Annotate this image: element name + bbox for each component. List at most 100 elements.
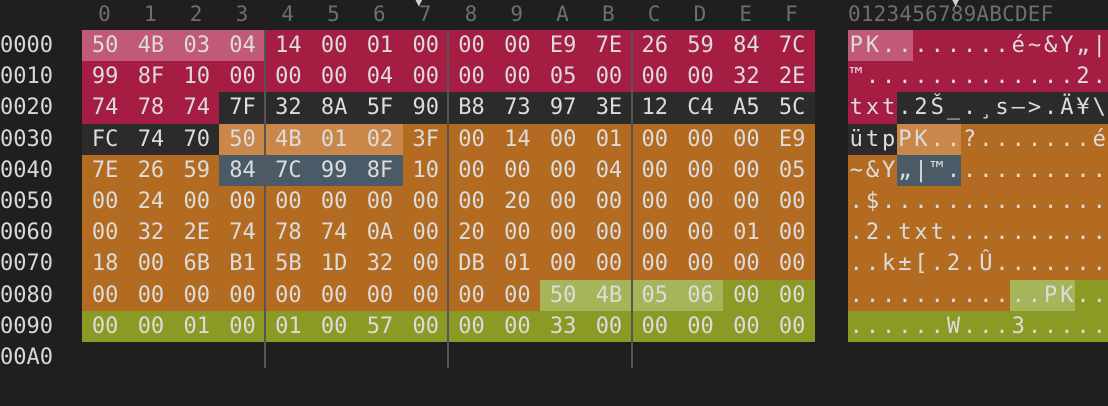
ascii-char[interactable]: > <box>1026 92 1043 124</box>
hex-byte[interactable]: 4B <box>265 123 312 155</box>
hex-byte[interactable]: 26 <box>127 154 175 186</box>
ascii-char[interactable]: . <box>961 61 978 93</box>
ascii-char[interactable]: . <box>1042 310 1059 342</box>
hex-byte[interactable]: 00 <box>540 248 587 280</box>
ascii-char[interactable]: . <box>1058 248 1076 280</box>
hex-byte[interactable]: 00 <box>356 279 404 311</box>
ascii-char[interactable]: . <box>977 310 995 342</box>
hex-byte[interactable]: 7E <box>585 30 633 62</box>
hex-byte[interactable]: 50 <box>219 123 266 155</box>
hex-byte[interactable]: 12 <box>631 92 678 124</box>
ascii-char[interactable]: . <box>1042 217 1059 249</box>
hex-byte[interactable]: 00 <box>82 186 129 218</box>
ascii-char[interactable]: ¸ <box>977 92 995 124</box>
ascii-char[interactable]: . <box>912 310 930 342</box>
ascii-char[interactable]: . <box>1042 248 1059 280</box>
hex-byte[interactable]: 74 <box>173 92 220 124</box>
ascii-char[interactable]: . <box>1010 248 1027 280</box>
hex-byte[interactable]: 99 <box>311 154 358 186</box>
hex-byte[interactable]: 00 <box>356 186 404 218</box>
hex-byte[interactable]: 59 <box>677 30 724 62</box>
hex-byte[interactable]: 00 <box>585 186 633 218</box>
ascii-char[interactable]: . <box>880 217 897 249</box>
hex-byte[interactable]: 00 <box>677 186 724 218</box>
ascii-char[interactable]: . <box>1074 123 1092 155</box>
hex-byte[interactable]: 00 <box>127 248 175 280</box>
ascii-char[interactable]: . <box>993 30 1011 62</box>
ascii-char[interactable]: . <box>896 279 914 311</box>
hex-byte[interactable]: 2E <box>769 61 816 93</box>
hex-byte[interactable]: 97 <box>540 92 587 124</box>
ascii-char[interactable]: . <box>912 61 930 93</box>
ascii-char[interactable]: & <box>1042 30 1059 62</box>
ascii-char[interactable]: & <box>864 154 881 186</box>
ascii-char[interactable]: W <box>945 310 962 342</box>
ascii-char[interactable]: . <box>977 30 995 62</box>
hex-byte[interactable]: 00 <box>585 310 633 342</box>
ascii-char[interactable]: . <box>1042 154 1059 186</box>
ascii-char[interactable]: . <box>1010 123 1027 155</box>
ascii-char[interactable]: . <box>1042 61 1059 93</box>
ascii-char[interactable]: . <box>993 61 1011 93</box>
hex-byte[interactable]: 84 <box>723 30 770 62</box>
hex-byte[interactable]: 01 <box>173 310 220 342</box>
hex-byte[interactable]: 00 <box>677 310 724 342</box>
hex-byte[interactable]: 00 <box>173 279 220 311</box>
ascii-char[interactable]: . <box>993 279 1011 311</box>
ascii-char[interactable]: . <box>880 310 897 342</box>
hex-byte[interactable]: 00 <box>402 30 449 62</box>
ascii-char[interactable]: . <box>1058 154 1076 186</box>
ascii-char[interactable]: . <box>977 123 995 155</box>
hex-byte[interactable]: 00 <box>402 248 449 280</box>
hex-byte[interactable]: 01 <box>723 217 770 249</box>
ascii-char[interactable]: . <box>961 154 978 186</box>
ascii-char[interactable]: „ <box>896 154 914 186</box>
hex-byte[interactable]: 06 <box>677 279 724 311</box>
hex-byte[interactable]: 32 <box>356 248 404 280</box>
hex-byte[interactable]: 5B <box>265 248 312 280</box>
ascii-char[interactable]: . <box>993 310 1011 342</box>
ascii-char[interactable]: t <box>929 217 946 249</box>
ascii-char[interactable]: . <box>945 61 962 93</box>
ascii-char[interactable]: . <box>961 92 978 124</box>
hex-byte[interactable]: 14 <box>265 30 312 62</box>
hex-byte[interactable]: 00 <box>540 217 587 249</box>
ascii-char[interactable]: ü <box>848 123 865 155</box>
ascii-char[interactable]: . <box>977 279 995 311</box>
hex-byte[interactable]: 3E <box>585 92 633 124</box>
hex-byte[interactable]: 00 <box>631 154 678 186</box>
ascii-char[interactable]: . <box>880 30 897 62</box>
ascii-char[interactable]: Y <box>1058 30 1076 62</box>
hex-byte[interactable]: 04 <box>585 154 633 186</box>
ascii-char[interactable]: . <box>993 154 1011 186</box>
ascii-char[interactable]: . <box>1026 123 1043 155</box>
ascii-char[interactable]: . <box>977 186 995 218</box>
hex-byte[interactable]: 04 <box>219 30 266 62</box>
ascii-char[interactable]: . <box>1042 123 1059 155</box>
ascii-char[interactable]: ¥ <box>1074 92 1092 124</box>
hex-byte[interactable]: 03 <box>173 30 220 62</box>
ascii-char[interactable]: p <box>880 123 897 155</box>
hex-byte[interactable]: 74 <box>127 123 175 155</box>
hex-byte[interactable]: 7C <box>265 154 312 186</box>
hex-byte[interactable]: 00 <box>677 217 724 249</box>
ascii-char[interactable]: t <box>880 92 897 124</box>
ascii-char[interactable]: . <box>848 186 865 218</box>
hex-byte[interactable]: A5 <box>723 92 770 124</box>
ascii-char[interactable]: x <box>912 217 930 249</box>
hex-byte[interactable]: 00 <box>631 217 678 249</box>
hex-byte[interactable]: 00 <box>769 248 816 280</box>
ascii-char[interactable]: . <box>929 61 946 93</box>
ascii-char[interactable]: . <box>961 279 978 311</box>
ascii-char[interactable]: . <box>912 279 930 311</box>
hex-byte[interactable]: B1 <box>219 248 266 280</box>
hex-byte[interactable]: 00 <box>585 61 633 93</box>
ascii-char[interactable]: . <box>1026 248 1043 280</box>
ascii-char[interactable]: . <box>896 61 914 93</box>
hex-byte[interactable]: 00 <box>585 248 633 280</box>
hex-byte[interactable]: 4B <box>127 30 175 62</box>
ascii-char[interactable]: . <box>1010 154 1027 186</box>
ascii-char[interactable]: . <box>864 310 881 342</box>
hex-byte[interactable]: 00 <box>173 186 220 218</box>
ascii-char[interactable]: . <box>1091 248 1108 280</box>
